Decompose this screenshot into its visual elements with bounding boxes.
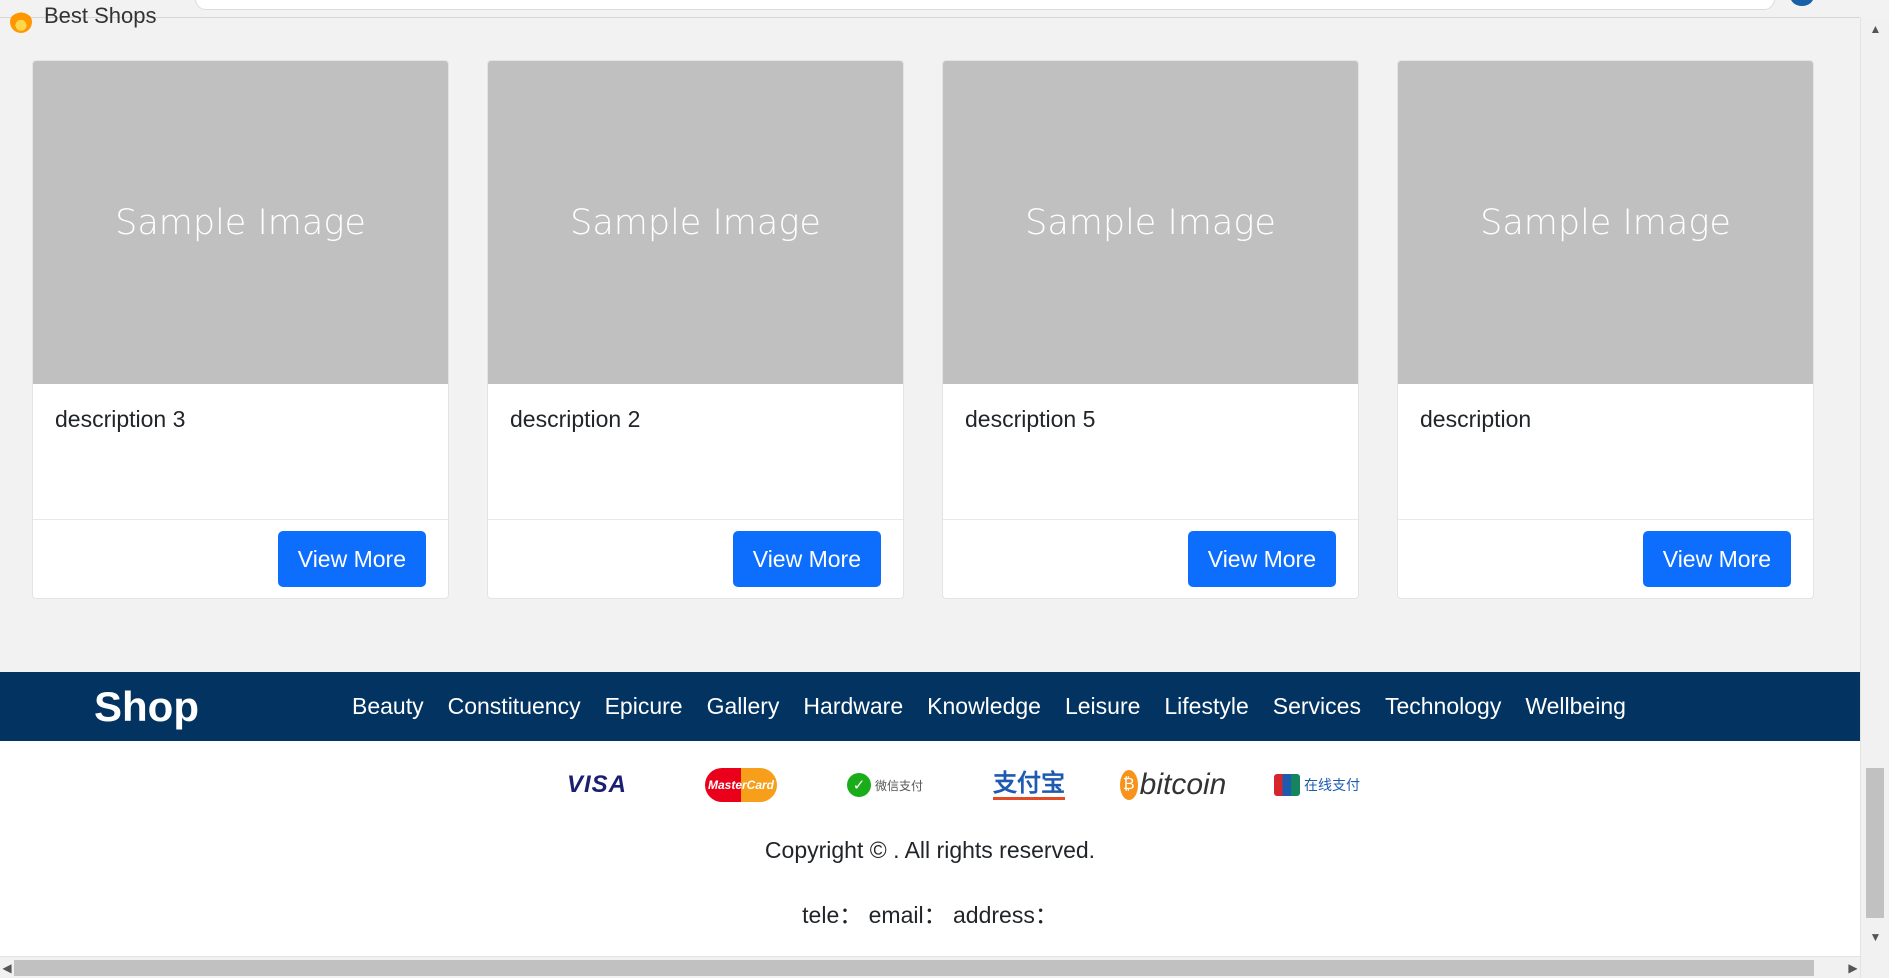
card-footer: View More bbox=[943, 519, 1358, 598]
card-image-placeholder: Sample Image bbox=[33, 61, 448, 384]
footer-nav-bar: Shop Beauty Constituency Epicure Gallery… bbox=[0, 672, 1860, 741]
nav-link-wellbeing[interactable]: Wellbeing bbox=[1513, 693, 1638, 720]
vertical-scrollbar[interactable]: ▲ ▼ bbox=[1860, 18, 1889, 978]
section-heading: Best Shops bbox=[10, 3, 157, 33]
bitcoin-label: bitcoin bbox=[1139, 768, 1227, 801]
browser-top-strip bbox=[0, 0, 1860, 18]
shop-card: Sample Image description View More bbox=[1397, 60, 1814, 599]
card-description: description 2 bbox=[510, 406, 641, 432]
wechat-check-icon: ✓ bbox=[846, 773, 871, 797]
card-image-placeholder: Sample Image bbox=[943, 61, 1358, 384]
nav-link-hardware[interactable]: Hardware bbox=[791, 693, 915, 720]
mastercard-logo: MasterCard bbox=[669, 767, 813, 803]
nav-link-lifestyle[interactable]: Lifestyle bbox=[1152, 693, 1260, 720]
mastercard-label: MasterCard bbox=[705, 768, 777, 802]
shop-card: Sample Image description 3 View More bbox=[32, 60, 449, 599]
brand-logo[interactable]: Shop bbox=[94, 683, 340, 731]
vertical-scroll-thumb[interactable] bbox=[1866, 768, 1884, 918]
card-image-placeholder: Sample Image bbox=[1398, 61, 1813, 384]
flame-icon bbox=[10, 11, 32, 33]
unionpay-card-icon bbox=[1274, 774, 1300, 796]
nav-link-services[interactable]: Services bbox=[1261, 693, 1373, 720]
scroll-right-arrow-icon[interactable]: ▶ bbox=[1846, 957, 1860, 978]
card-footer: View More bbox=[33, 519, 448, 598]
wechat-pay-label: 微信支付 bbox=[874, 778, 923, 793]
nav-link-technology[interactable]: Technology bbox=[1373, 693, 1513, 720]
payment-methods: VISA MasterCard ✓ 微信支付 支付宝 ₿ bitcoin 在线支付 bbox=[525, 767, 1389, 803]
visa-logo: VISA bbox=[525, 767, 669, 803]
scroll-up-arrow-icon[interactable]: ▲ bbox=[1861, 18, 1889, 40]
view-more-button[interactable]: View More bbox=[732, 531, 881, 587]
alipay-label: 支付宝 bbox=[993, 770, 1065, 800]
nav-link-beauty[interactable]: Beauty bbox=[340, 693, 436, 720]
card-description: description 3 bbox=[55, 406, 186, 432]
nav-link-leisure[interactable]: Leisure bbox=[1053, 693, 1152, 720]
horizontal-scrollbar[interactable]: ◀ ▶ bbox=[0, 956, 1860, 978]
card-footer: View More bbox=[1398, 519, 1813, 598]
scroll-left-arrow-icon[interactable]: ◀ bbox=[0, 957, 14, 978]
alipay-logo: 支付宝 bbox=[957, 767, 1101, 803]
address-bar[interactable] bbox=[195, 0, 1775, 10]
shop-cards: Sample Image description 3 View More Sam… bbox=[32, 60, 1814, 599]
footer-nav-links: Beauty Constituency Epicure Gallery Hard… bbox=[340, 693, 1638, 720]
card-image-placeholder: Sample Image bbox=[488, 61, 903, 384]
bitcoin-coin-icon: ₿ bbox=[1119, 770, 1138, 800]
horizontal-scroll-thumb[interactable] bbox=[14, 960, 1814, 976]
card-footer: View More bbox=[488, 519, 903, 598]
visa-label: VISA bbox=[566, 771, 627, 798]
view-more-button[interactable]: View More bbox=[277, 531, 426, 587]
section-title: Best Shops bbox=[44, 3, 157, 28]
nav-link-gallery[interactable]: Gallery bbox=[695, 693, 792, 720]
shop-card: Sample Image description 2 View More bbox=[487, 60, 904, 599]
nav-link-epicure[interactable]: Epicure bbox=[593, 693, 695, 720]
scroll-down-arrow-icon[interactable]: ▼ bbox=[1861, 926, 1889, 948]
card-description: description bbox=[1420, 406, 1532, 432]
unionpay-label: 在线支付 bbox=[1304, 777, 1360, 793]
unionpay-logo: 在线支付 bbox=[1245, 767, 1389, 803]
wechat-pay-logo: ✓ 微信支付 bbox=[813, 767, 957, 803]
bitcoin-logo: ₿ bitcoin bbox=[1101, 767, 1245, 803]
nav-link-constituency[interactable]: Constituency bbox=[436, 693, 593, 720]
contact-info: tele： email： address： bbox=[802, 902, 1058, 928]
card-description: description 5 bbox=[965, 406, 1096, 432]
view-more-button[interactable]: View More bbox=[1187, 531, 1336, 587]
nav-link-knowledge[interactable]: Knowledge bbox=[915, 693, 1053, 720]
footer-bottom: VISA MasterCard ✓ 微信支付 支付宝 ₿ bitcoin 在线支付 … bbox=[0, 741, 1860, 956]
profile-icon[interactable] bbox=[1790, 0, 1814, 6]
view-more-button[interactable]: View More bbox=[1642, 531, 1791, 587]
copyright-text: Copyright © . All rights reserved. bbox=[764, 837, 1096, 863]
shop-card: Sample Image description 5 View More bbox=[942, 60, 1359, 599]
